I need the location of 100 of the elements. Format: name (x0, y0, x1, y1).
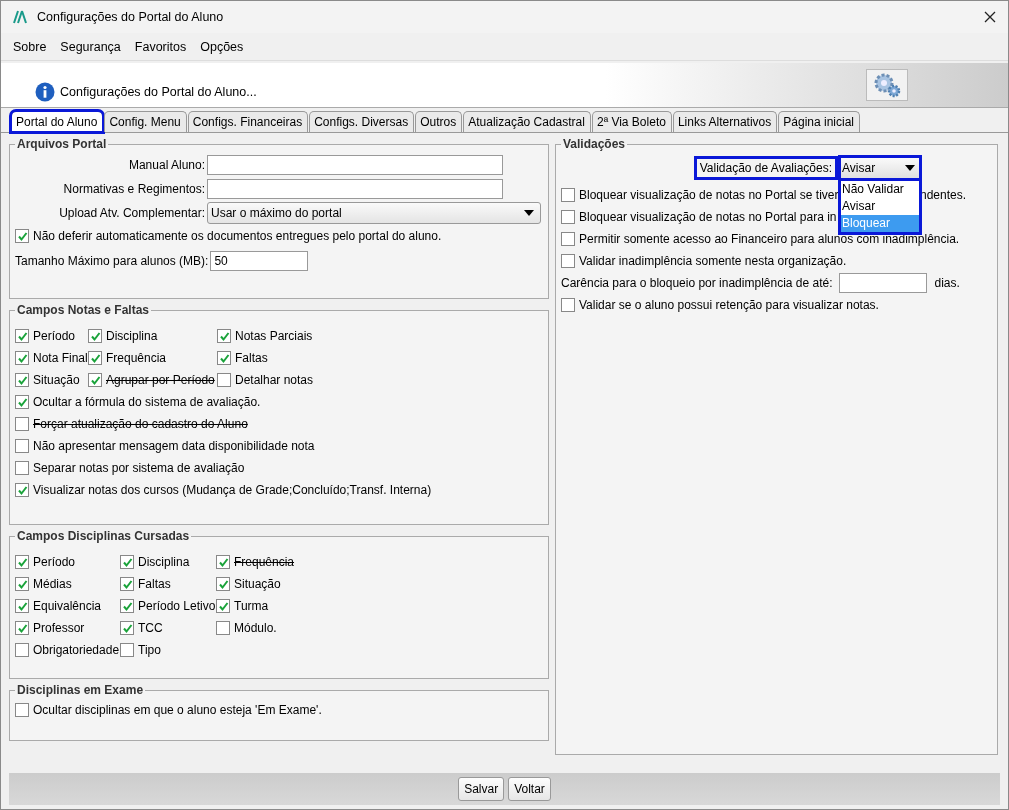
checkbox[interactable] (15, 461, 29, 475)
checkbox[interactable] (15, 621, 29, 635)
checkbox[interactable] (120, 643, 134, 657)
checkbox-label: Equivalência (33, 599, 102, 613)
checkbox[interactable] (88, 351, 102, 365)
header-title: Configurações do Portal do Aluno... (60, 85, 257, 99)
checkbox[interactable] (216, 577, 230, 591)
checkbox[interactable] (216, 599, 230, 613)
checkbox-label: Detalhar notas (235, 373, 314, 387)
checkbox[interactable] (15, 395, 29, 409)
group-title: Campos Disciplinas Cursadas (16, 529, 191, 543)
dropdown[interactable]: Avisar (838, 155, 922, 181)
menu-item[interactable]: Opções (200, 39, 244, 54)
field-label: Normativas e Regimentos: (62, 182, 205, 196)
dialog-button[interactable]: Voltar (508, 777, 551, 801)
checkbox[interactable] (561, 210, 575, 224)
dropdown-option[interactable]: Não Validar (841, 181, 919, 198)
input-field[interactable] (207, 155, 503, 175)
checkbox[interactable] (15, 577, 29, 591)
checkbox-label: Permitir somente acesso ao Financeiro para alunos com inadimplência. (579, 232, 960, 246)
checkbox[interactable] (15, 599, 29, 613)
checkbox-label: Faltas (138, 577, 171, 591)
settings-button[interactable] (866, 69, 908, 101)
checkbox[interactable] (88, 373, 102, 387)
caret-icon (905, 165, 915, 171)
checkbox-label: Período (33, 329, 76, 343)
checkbox-label: Validar inadimplência somente nesta organização. (579, 254, 847, 268)
input-field[interactable] (838, 273, 927, 293)
input-field[interactable] (207, 179, 503, 199)
checkbox[interactable] (217, 351, 231, 365)
checkbox[interactable] (561, 254, 575, 268)
tab[interactable]: Outros (415, 111, 463, 132)
checkbox-label: Obrigatoriedade (33, 643, 120, 657)
dropdown[interactable]: Usar o máximo do portal (207, 202, 541, 224)
field-label: Manual Aluno: (127, 158, 205, 172)
field-label: Validação de Avaliações: (693, 156, 838, 180)
checkbox[interactable] (15, 329, 29, 343)
checkbox[interactable] (217, 329, 231, 343)
dropdown-option[interactable]: Avisar (841, 198, 919, 215)
checkbox[interactable] (120, 621, 134, 635)
tab[interactable]: Configs. Diversas (309, 111, 415, 132)
close-icon[interactable] (984, 11, 996, 23)
menu-item[interactable]: Sobre (13, 39, 47, 54)
tab[interactable]: Atualização Cadastral (463, 111, 591, 132)
tab[interactable]: Portal do Aluno (11, 111, 104, 132)
tab[interactable]: 2ª Via Boleto (591, 111, 672, 132)
checkbox[interactable] (15, 417, 29, 431)
checkbox[interactable] (216, 621, 230, 635)
checkbox[interactable] (15, 229, 29, 243)
dialog-button[interactable]: Salvar (458, 777, 505, 801)
checkbox-label: Frequência (106, 351, 167, 365)
checkbox-label: Médias (33, 577, 72, 591)
checkbox[interactable] (15, 555, 29, 569)
checkbox[interactable] (561, 298, 575, 312)
checkbox-label: Disciplina (138, 555, 190, 569)
checkbox[interactable] (15, 351, 29, 365)
checkbox[interactable] (561, 188, 575, 202)
field-label: Upload Atv. Complementar: (58, 206, 205, 220)
field-label: dias. (934, 276, 960, 290)
checkbox[interactable] (216, 555, 230, 569)
checkbox[interactable] (120, 599, 134, 613)
checkbox-label: Nota Final (33, 351, 88, 365)
app-logo-icon (13, 10, 29, 24)
checkbox-label: TCC (138, 621, 163, 635)
settings-icon (872, 72, 902, 98)
checkbox-label: Validar se o aluno possui retenção para visualizar notas. (579, 298, 879, 312)
checkbox-label: Disciplina (106, 329, 158, 343)
checkbox-label: Situação (234, 577, 281, 591)
checkbox-label: Ocultar disciplinas em que o aluno esteja 'Em Exame'. (33, 703, 322, 717)
checkbox[interactable] (15, 703, 29, 717)
menu-item[interactable]: Segurança (60, 39, 121, 54)
checkbox-label: Módulo. (234, 621, 277, 635)
checkbox-label: Bloquear visualização de notas no Portal para in (579, 210, 837, 224)
menu-item[interactable]: Favoritos (134, 39, 187, 54)
checkbox[interactable] (120, 555, 134, 569)
checkbox-label: Notas Parciais (235, 329, 313, 343)
checkbox[interactable] (120, 577, 134, 591)
checkbox[interactable] (15, 483, 29, 497)
checkbox-label: Turma (234, 599, 269, 613)
checkbox-label: Separar notas por sistema de avaliação (33, 461, 245, 475)
checkbox-label: Situação (33, 373, 80, 387)
input-field[interactable]: 50 (210, 251, 309, 271)
tab[interactable]: Config. Menu (104, 111, 187, 132)
field-label: Tamanho Máximo para alunos (MB): (15, 254, 209, 268)
checkbox[interactable] (217, 373, 231, 387)
tab[interactable]: Página inicial (778, 111, 860, 132)
caret-icon (524, 210, 534, 216)
group-title: Campos Notas e Faltas (16, 303, 151, 317)
checkbox[interactable] (88, 329, 102, 343)
checkbox-label: Faltas (235, 351, 268, 365)
checkbox[interactable] (15, 373, 29, 387)
checkbox-label: Visualizar notas dos cursos (Mudança de Grade;Concluído;Transf. Interna) (33, 483, 432, 497)
checkbox-label: Agrupar por Período (106, 373, 215, 387)
checkbox[interactable] (561, 232, 575, 246)
tab[interactable]: Links Alternativos (672, 111, 778, 132)
checkbox-label: Tipo (138, 643, 161, 657)
checkbox[interactable] (15, 643, 29, 657)
checkbox[interactable] (15, 439, 29, 453)
tab[interactable]: Configs. Financeiras (187, 111, 309, 132)
checkbox-label: Frequência (234, 555, 295, 569)
